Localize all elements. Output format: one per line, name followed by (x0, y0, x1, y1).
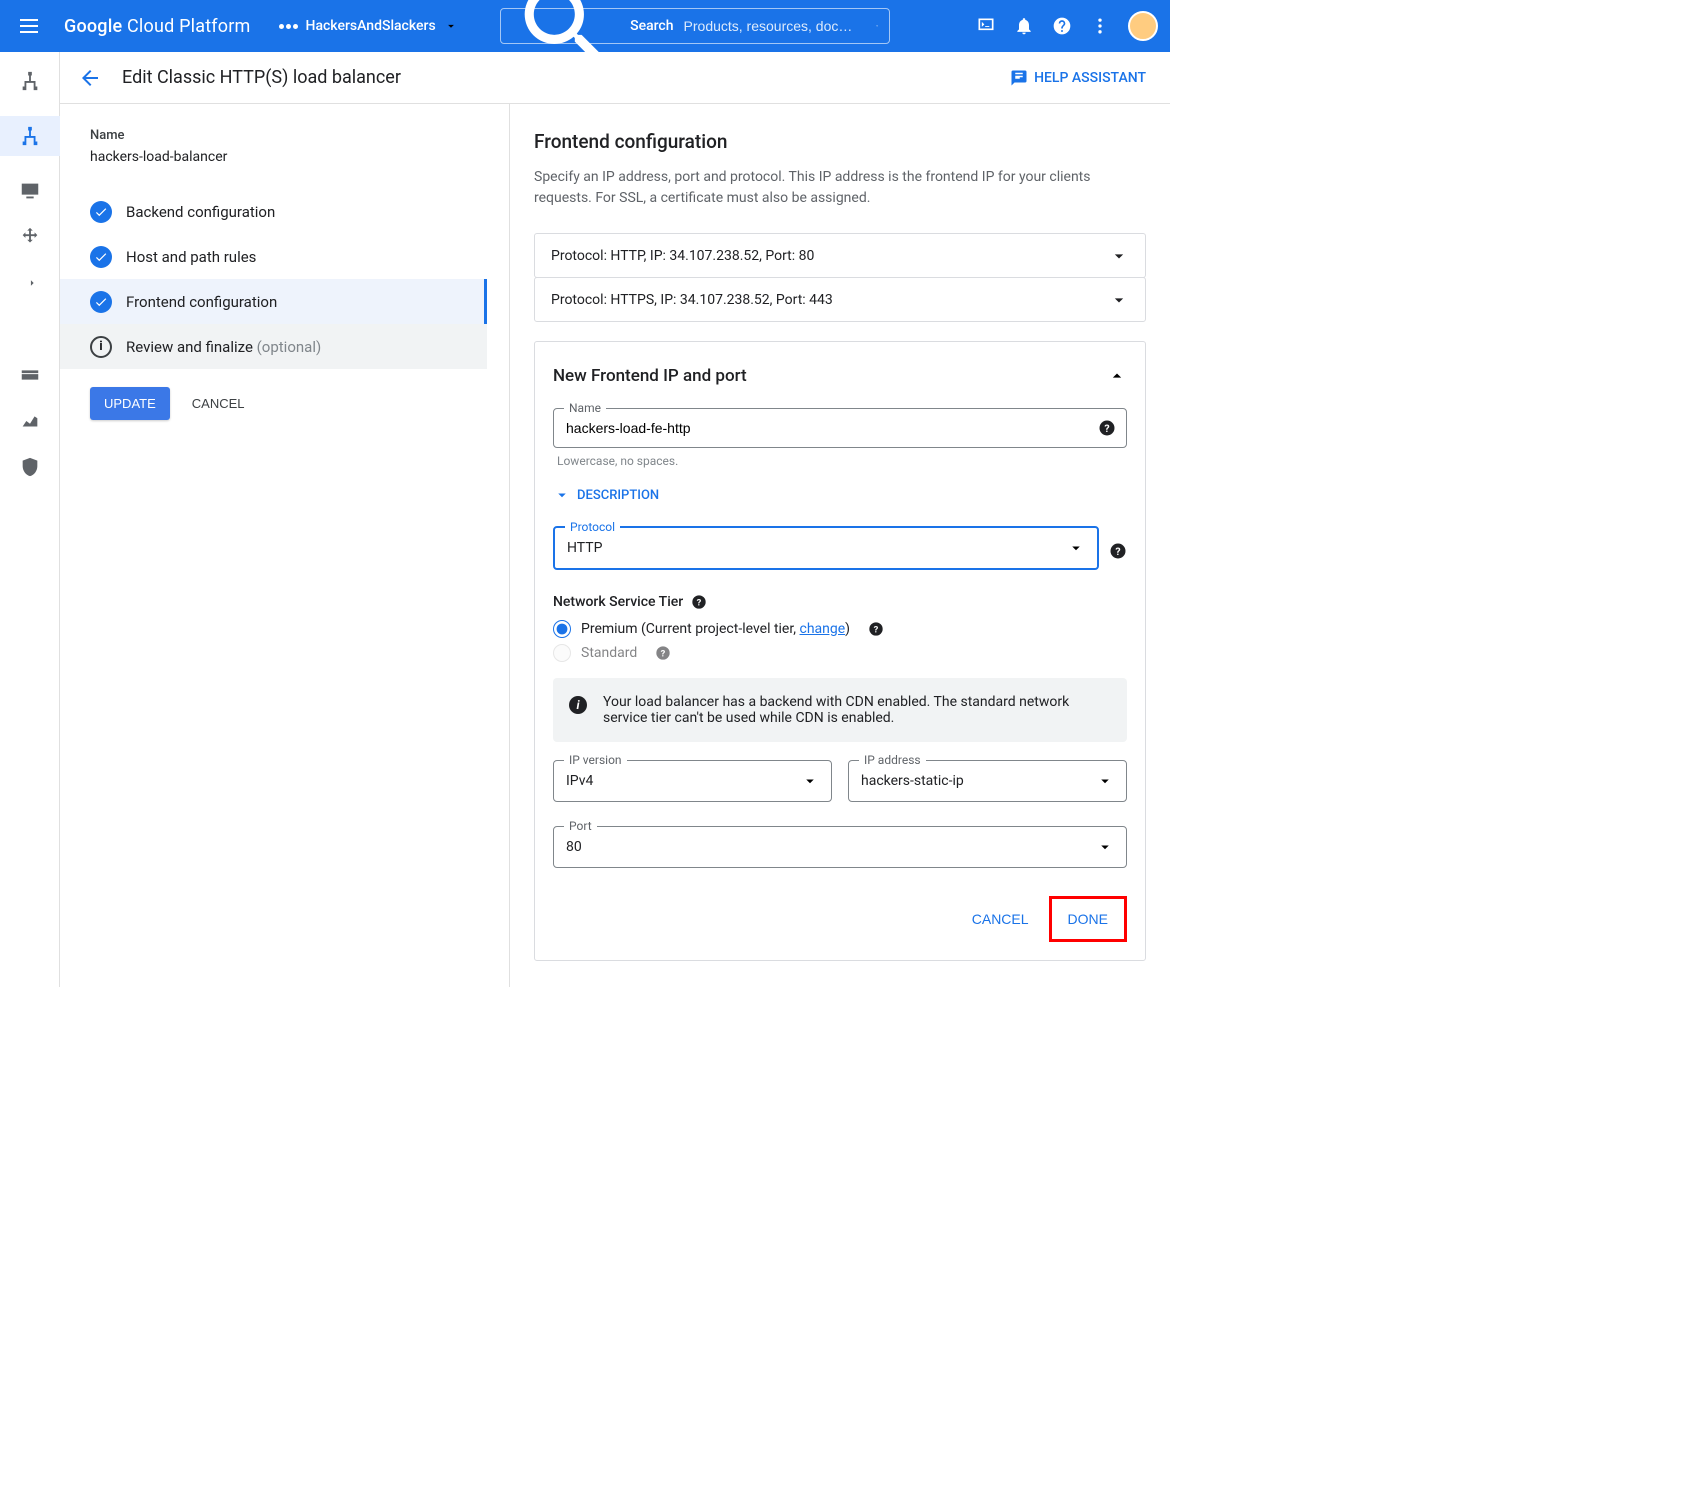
avatar[interactable] (1128, 11, 1158, 41)
chart-icon[interactable] (19, 410, 41, 432)
dropdown-icon (444, 19, 458, 33)
name-value: hackers-load-balancer (90, 149, 487, 165)
change-link[interactable]: change (799, 621, 845, 637)
help-icon[interactable]: ? (1098, 419, 1116, 437)
icon-rail (0, 52, 60, 987)
layout: Edit Classic HTTP(S) load balancer HELP … (0, 52, 1170, 987)
project-icon (279, 24, 298, 29)
protocol-select[interactable]: HTTP (555, 528, 1097, 568)
name-input[interactable] (554, 409, 1126, 447)
info-icon: i (90, 336, 112, 358)
frontend-row-https[interactable]: Protocol: HTTPS, IP: 34.107.238.52, Port… (534, 277, 1146, 322)
help-assistant-button[interactable]: HELP ASSISTANT (1010, 69, 1146, 87)
section-title: Frontend configuration (534, 130, 1146, 153)
radio-standard[interactable]: Standard ? (553, 644, 1127, 662)
cdn-info-box: i Your load balancer has a backend with … (553, 678, 1127, 742)
network-top-icon[interactable] (19, 70, 41, 92)
left-column: Name hackers-load-balancer Backend confi… (60, 104, 510, 987)
hamburger-icon[interactable] (20, 14, 44, 38)
project-picker[interactable]: HackersAndSlackers (279, 18, 458, 34)
port-field[interactable]: Port 80 (553, 826, 1127, 868)
chevron-down-icon (1109, 290, 1129, 310)
svg-text:?: ? (697, 597, 702, 608)
name-label: Name (90, 128, 487, 143)
chevron-down-icon (553, 486, 571, 504)
rail-item-lb[interactable] (0, 116, 60, 156)
main: Edit Classic HTTP(S) load balancer HELP … (60, 52, 1170, 987)
monitor-icon[interactable] (19, 180, 41, 202)
dropdown-icon (1096, 772, 1114, 790)
chevron-up-icon (1107, 366, 1127, 386)
move-icon[interactable] (19, 226, 41, 248)
dropdown-icon (1096, 838, 1114, 856)
content: Name hackers-load-balancer Backend confi… (60, 104, 1170, 987)
lb-icon (19, 125, 41, 147)
shield-icon[interactable] (19, 456, 41, 478)
chat-icon (1010, 69, 1028, 87)
dropdown-icon (1067, 539, 1085, 557)
name-field[interactable]: Name ? (553, 408, 1127, 448)
panel-cancel-button[interactable]: CANCEL (958, 901, 1043, 937)
panel-footer: CANCEL DONE (553, 896, 1127, 942)
wallet-icon[interactable] (19, 364, 41, 386)
svg-text:?: ? (874, 624, 879, 635)
cloud-shell-icon[interactable] (976, 16, 996, 36)
radio-premium-input[interactable] (553, 620, 571, 638)
help-icon[interactable]: ? (1109, 542, 1127, 560)
step-backend[interactable]: Backend configuration (60, 189, 487, 234)
left-buttons: UPDATE CANCEL (90, 387, 487, 420)
ip-row: IP version IPv4 IP address hackers-stati… (553, 760, 1127, 808)
check-icon (90, 201, 112, 223)
dropdown-icon (801, 772, 819, 790)
info-icon: i (569, 696, 587, 714)
description-toggle[interactable]: DESCRIPTION (553, 486, 1127, 504)
done-button[interactable]: DONE (1054, 901, 1122, 937)
more-icon[interactable] (1090, 16, 1110, 36)
search-box[interactable]: Search (500, 8, 890, 44)
tier-label: Network Service Tier ? (553, 594, 1127, 610)
notifications-icon[interactable] (1014, 16, 1034, 36)
project-name: HackersAndSlackers (306, 18, 436, 34)
top-bar: Google Cloud Platform HackersAndSlackers… (0, 0, 1170, 52)
new-frontend-panel: New Frontend IP and port Name ? Lowercas… (534, 341, 1146, 961)
done-highlight: DONE (1049, 896, 1127, 942)
cancel-button[interactable]: CANCEL (192, 396, 245, 411)
help-icon[interactable]: ? (655, 645, 671, 661)
ip-address-field[interactable]: IP address hackers-static-ip (848, 760, 1127, 802)
search-label: Search (630, 18, 673, 34)
topbar-actions (976, 11, 1158, 41)
radio-premium[interactable]: Premium (Current project-level tier, cha… (553, 620, 1127, 638)
right-column: Frontend configuration Specify an IP add… (510, 104, 1170, 987)
check-icon (90, 246, 112, 268)
protocol-field[interactable]: Protocol HTTP (553, 526, 1099, 570)
ip-version-field[interactable]: IP version IPv4 (553, 760, 832, 802)
svg-text:?: ? (1104, 422, 1109, 435)
step-host-path[interactable]: Host and path rules (60, 234, 487, 279)
svg-text:?: ? (1115, 545, 1120, 558)
chevron-down-icon (1109, 246, 1129, 266)
page-header: Edit Classic HTTP(S) load balancer HELP … (60, 52, 1170, 104)
brand-logo[interactable]: Google Cloud Platform (64, 16, 251, 37)
svg-text:?: ? (661, 648, 666, 659)
export-icon[interactable] (19, 272, 41, 294)
name-hint: Lowercase, no spaces. (553, 454, 1127, 468)
frontend-row-http[interactable]: Protocol: HTTP, IP: 34.107.238.52, Port:… (534, 233, 1146, 278)
update-button[interactable]: UPDATE (90, 387, 170, 420)
page-title: Edit Classic HTTP(S) load balancer (122, 67, 1010, 88)
tune-icon[interactable] (19, 318, 41, 340)
help-icon[interactable] (1052, 16, 1072, 36)
help-icon[interactable]: ? (868, 621, 884, 637)
step-frontend[interactable]: Frontend configuration (60, 279, 487, 324)
section-desc: Specify an IP address, port and protocol… (534, 167, 1146, 209)
help-icon[interactable]: ? (691, 594, 707, 610)
radio-standard-input (553, 644, 571, 662)
step-review[interactable]: i Review and finalize (optional) (60, 324, 487, 369)
check-icon (90, 291, 112, 313)
panel-header[interactable]: New Frontend IP and port (553, 366, 1127, 386)
chevron-down-icon[interactable] (875, 19, 879, 33)
back-arrow-icon[interactable] (78, 66, 102, 90)
search-input[interactable] (684, 18, 865, 34)
